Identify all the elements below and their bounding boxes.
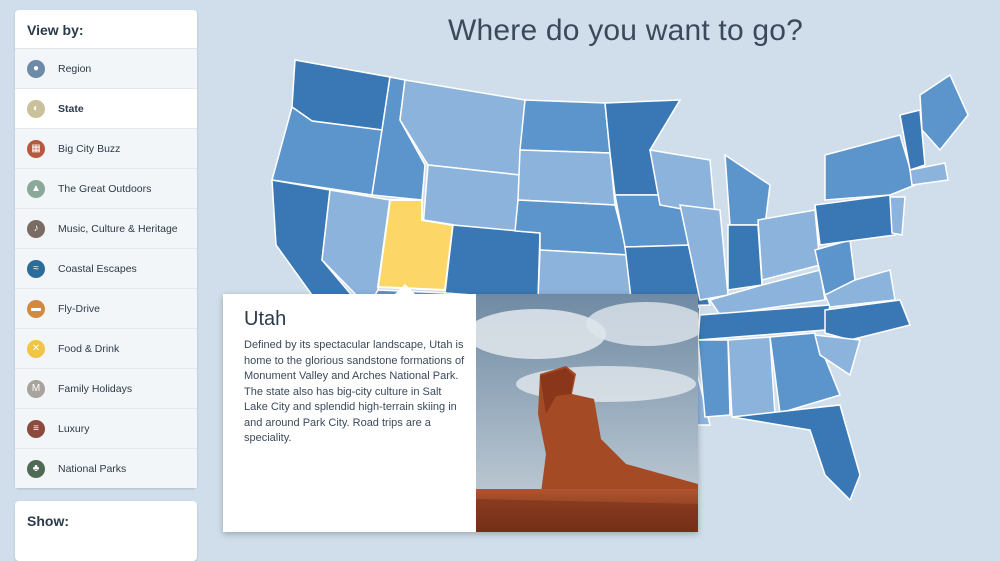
show-panel: Show:	[15, 501, 197, 561]
view-by-item-label: Family Holidays	[58, 382, 133, 395]
view-by-item[interactable]: ▬ Fly-Drive	[15, 289, 197, 329]
view-by-heading: View by:	[15, 10, 197, 49]
mountain-icon: ▲	[27, 179, 45, 198]
view-by-item[interactable]: ♪ Music, Culture & Heritage	[15, 209, 197, 249]
view-by-item[interactable]: ◐ State	[15, 89, 197, 129]
view-by-item[interactable]: ▲ The Great Outdoors	[15, 169, 197, 209]
popup-description: Defined by its spectacular landscape, Ut…	[244, 339, 465, 444]
view-by-item[interactable]: ≈ Coastal Escapes	[15, 249, 197, 289]
view-by-item[interactable]: ● Region	[15, 49, 197, 89]
state-ohio[interactable]	[757, 209, 821, 281]
music-icon: ♪	[27, 219, 45, 238]
view-by-item-label: Region	[58, 62, 92, 75]
utensils-icon: ✕	[27, 339, 45, 358]
state-florida[interactable]	[731, 404, 861, 502]
family-icon: M	[27, 379, 45, 398]
view-by-item-label: The Great Outdoors	[58, 182, 152, 195]
view-by-item-label: Coastal Escapes	[58, 262, 137, 275]
state-maine[interactable]	[919, 73, 969, 152]
popup-state-name: Utah	[244, 308, 287, 330]
view-by-item-label: Luxury	[58, 422, 90, 435]
view-by-item-label: State	[58, 102, 84, 115]
monument-valley-photo	[476, 294, 698, 532]
state-alabama[interactable]	[727, 336, 776, 418]
state-pennsylvania[interactable]	[814, 194, 896, 246]
state-new-york[interactable]	[824, 134, 916, 201]
view-by-item[interactable]: ≡ Luxury	[15, 409, 197, 449]
state-info-popup: Utah Defined by its spectacular landscap…	[223, 284, 698, 532]
state-north-dakota[interactable]	[519, 99, 611, 154]
view-by-item-label: Big City Buzz	[58, 142, 121, 155]
view-by-item-label: Food & Drink	[58, 342, 120, 355]
page-title: Where do you want to go?	[448, 14, 804, 47]
view-by-item[interactable]: ♣ National Parks	[15, 449, 197, 488]
view-by-item[interactable]: M Family Holidays	[15, 369, 197, 409]
view-by-item[interactable]: ▦ Big City Buzz	[15, 129, 197, 169]
car-icon: ▬	[27, 299, 45, 318]
state-icon: ◐	[27, 99, 45, 118]
city-icon: ▦	[27, 139, 45, 158]
tree-icon: ♣	[27, 459, 45, 478]
luxury-icon: ≡	[27, 419, 45, 438]
state-indiana[interactable]	[727, 224, 763, 291]
state-new-jersey[interactable]	[889, 196, 906, 236]
view-by-item-label: National Parks	[58, 462, 127, 475]
view-by-panel: View by: ● Region ◐ State ▦ Big City Buzz ▲ The…	[15, 10, 197, 488]
state-colorado[interactable]	[444, 224, 541, 301]
view-by-item-label: Fly-Drive	[58, 302, 100, 315]
view-by-item-label: Music, Culture & Heritage	[58, 222, 178, 235]
view-by-item[interactable]: ✕ Food & Drink	[15, 329, 197, 369]
state-michigan[interactable]	[724, 153, 771, 226]
show-heading: Show:	[27, 513, 69, 529]
map-pin-icon: ●	[27, 59, 45, 78]
wave-icon: ≈	[27, 259, 45, 278]
state-south-dakota[interactable]	[517, 149, 616, 206]
